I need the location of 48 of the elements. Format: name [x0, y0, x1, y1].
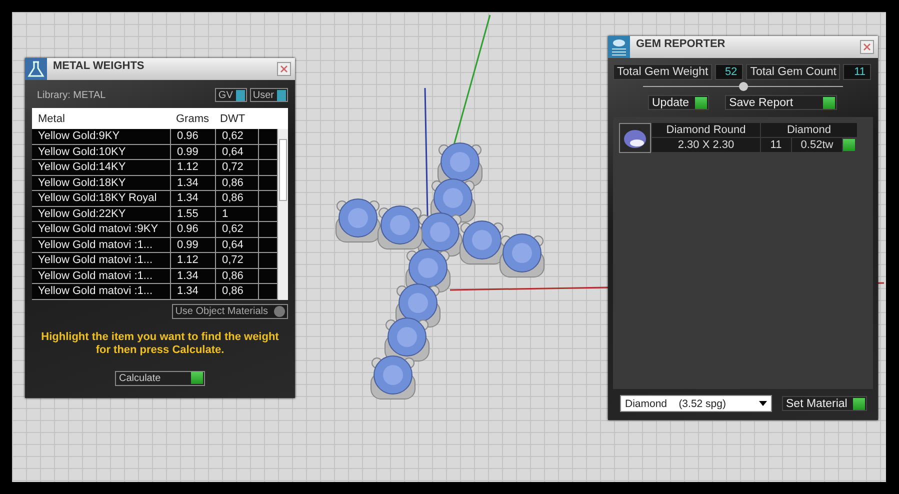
indicator-icon — [236, 90, 245, 100]
close-button[interactable] — [277, 62, 291, 76]
toggle-button[interactable]: GV — [215, 88, 247, 102]
table-row[interactable]: Yellow Gold:9KY 0.96 0,62 — [32, 129, 277, 144]
window-title: GEM REPORTER — [635, 37, 726, 50]
table-row[interactable]: Yellow Gold matovi :9KY 0.96 0,62 — [32, 222, 277, 238]
table-row[interactable]: Yellow Gold matovi :1... 1.34 0,86 — [32, 268, 277, 284]
dropdown-arrow-icon — [759, 401, 767, 406]
set-material-button[interactable]: Set Material — [782, 396, 868, 411]
update-button[interactable]: Update — [648, 95, 710, 110]
close-button[interactable] — [860, 40, 874, 54]
gem-shape: Diamond Round — [652, 123, 760, 137]
gem-size: 2.30 X 2.30 — [652, 138, 760, 152]
total-gem-weight-label: Total Gem Weight — [613, 64, 712, 80]
column-header: Metal — [37, 112, 66, 124]
table-row[interactable]: Yellow Gold matovi :1... 0.99 0,64 — [32, 238, 277, 253]
table-row[interactable]: Yellow Gold:10KY 0.99 0,64 — [32, 144, 277, 160]
total-gem-count-label: Total Gem Count — [746, 64, 840, 80]
toggle-button[interactable]: User — [250, 88, 288, 102]
table-row[interactable]: Yellow Gold:14KY 1.12 0,72 — [32, 160, 277, 176]
table-row[interactable]: Yellow Gold matovi :1... 1.34 0,86 — [32, 284, 277, 300]
library-label: Library: METAL — [36, 90, 106, 100]
indicator-icon — [277, 90, 286, 100]
gem-thumbnail-icon — [619, 123, 651, 153]
instruction-text: Highlight the item you want to find the weight for then press Calculate. — [40, 330, 280, 356]
collapse-handle[interactable] — [739, 82, 748, 91]
gem-count: 11 — [761, 138, 791, 152]
close-icon — [863, 43, 871, 51]
scrollbar[interactable] — [277, 129, 288, 300]
flask-icon — [25, 58, 47, 80]
total-gem-weight-value: 52 — [715, 64, 744, 80]
table-row[interactable]: Yellow Gold matovi :1... 1.12 0,72 — [32, 253, 277, 268]
column-header: DWT — [219, 112, 246, 124]
table-row[interactable]: Yellow Gold:18KY Royal 1.34 0,86 — [32, 191, 277, 206]
column-header: Grams — [175, 112, 210, 124]
table-row[interactable]: Yellow Gold:18KY 1.34 0,86 — [32, 176, 277, 191]
calculate-button[interactable]: Calculate — [115, 370, 205, 386]
gem-weight: 0.52tw — [792, 138, 842, 152]
table-row[interactable]: Yellow Gold:22KY 1.55 1 — [32, 206, 277, 222]
save-report-button[interactable]: Save Report — [725, 95, 838, 110]
window-title: METAL WEIGHTS — [52, 59, 146, 72]
close-icon — [280, 65, 288, 73]
total-gem-count-value: 11 — [843, 64, 872, 80]
material-dropdown[interactable]: Diamond (3.52 spg) — [620, 395, 772, 412]
use-object-materials-button[interactable]: Use Object Materials — [172, 304, 288, 318]
report-icon — [608, 36, 630, 58]
play-button[interactable] — [843, 139, 855, 151]
gem-material: Diamond — [761, 123, 857, 137]
